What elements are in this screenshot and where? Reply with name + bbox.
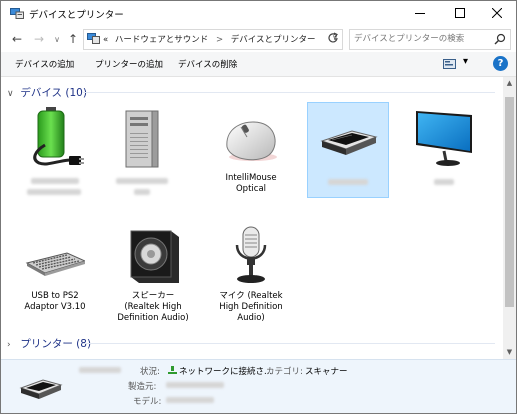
device-tile-battery[interactable] <box>15 103 95 197</box>
device-label: マイク (Realtek High Definition Audio) <box>219 291 283 323</box>
manufacturer-key: 製造元: <box>128 382 157 392</box>
category-key: カテゴリ: <box>266 367 303 377</box>
redacted-name <box>27 189 81 195</box>
redacted-name <box>434 179 454 185</box>
window-title: デバイスとプリンター <box>29 10 124 21</box>
group-divider <box>83 92 495 93</box>
battery-ups-icon <box>33 107 84 166</box>
devices-group-label: デバイス (10) <box>20 87 87 99</box>
control-panel-icon <box>87 33 100 44</box>
device-tile-microphone[interactable]: マイク (Realtek High Definition Audio) <box>211 221 291 323</box>
address-bar[interactable]: « ハードウェアとサウンド > デバイスとプリンター ∨ <box>83 29 343 50</box>
forward-button[interactable]: → <box>31 31 47 47</box>
minimize-icon <box>415 13 425 14</box>
maximize-icon <box>455 8 465 18</box>
device-tile-scanner[interactable] <box>307 102 389 198</box>
scanner-icon <box>320 130 378 155</box>
breadcrumb-separator[interactable]: > <box>216 35 223 45</box>
close-button[interactable] <box>478 1 516 25</box>
devices-group-header[interactable]: ∨ デバイス (10) <box>7 85 87 100</box>
microphone-icon <box>235 226 267 283</box>
scroll-up-icon[interactable]: ▲ <box>503 77 516 90</box>
speaker-icon <box>130 230 179 283</box>
redacted-name <box>134 189 150 195</box>
help-button[interactable]: ? <box>493 56 508 71</box>
device-tile-mouse[interactable]: IntelliMouse Optical <box>211 103 291 197</box>
back-button[interactable]: ← <box>9 31 25 47</box>
scroll-down-icon[interactable]: ▼ <box>503 346 516 359</box>
up-button[interactable]: ↑ <box>65 31 81 47</box>
redacted-name <box>31 178 79 184</box>
scanner-icon <box>19 379 63 399</box>
device-label: スピーカー (Realtek High Definition Audio) <box>117 291 189 323</box>
status-key: 状況: <box>140 367 160 377</box>
close-icon <box>492 8 502 18</box>
maximize-button[interactable] <box>441 1 479 25</box>
device-tile-computer[interactable] <box>102 103 182 197</box>
remove-device-button[interactable]: デバイスの削除 <box>178 58 237 70</box>
device-label: USB to PS2 Adaptor V3.10 <box>24 291 86 312</box>
devices-printers-icon <box>10 8 24 19</box>
view-dropdown-icon[interactable]: ▾ <box>463 56 468 67</box>
device-list[interactable]: ∨ デバイス (10) IntelliMouse Optical USB to … <box>1 77 503 359</box>
breadcrumb: « ハードウェアとサウンド > デバイスとプリンター <box>103 33 316 45</box>
scroll-thumb[interactable] <box>505 97 514 307</box>
breadcrumb-item-hardware-sound[interactable]: ハードウェアとサウンド <box>115 35 208 45</box>
view-options-icon <box>443 59 456 69</box>
change-view-button[interactable]: ▾ <box>443 56 473 71</box>
redacted-model <box>166 397 214 403</box>
breadcrumb-item-devices-printers[interactable]: デバイスとプリンター <box>231 35 316 45</box>
device-label: IntelliMouse Optical <box>225 173 277 194</box>
device-tile-monitor[interactable] <box>404 103 484 197</box>
expand-chevron-icon: › <box>7 340 11 350</box>
command-bar: デバイスの追加 プリンターの追加 デバイスの削除 ▾ ? <box>1 52 516 77</box>
mouse-icon <box>226 121 277 161</box>
printers-group-header[interactable]: › プリンター (8) <box>7 336 91 351</box>
category-value: スキャナー <box>305 367 348 377</box>
collapse-chevron-icon: ∨ <box>7 89 14 99</box>
title-bar[interactable]: デバイスとプリンター <box>1 1 516 27</box>
add-device-button[interactable]: デバイスの追加 <box>15 58 74 70</box>
device-tile-keyboard[interactable]: USB to PS2 Adaptor V3.10 <box>15 221 95 315</box>
breadcrumb-overflow[interactable]: « <box>103 35 108 45</box>
redacted-device-name <box>79 367 121 373</box>
minimize-button[interactable] <box>401 1 439 25</box>
refresh-icon[interactable] <box>326 31 340 45</box>
network-status-icon <box>168 366 177 374</box>
vertical-scrollbar[interactable]: ▲ ▼ <box>503 77 516 359</box>
status-value: ネットワークに接続さ... <box>179 367 273 377</box>
search-icon[interactable] <box>494 33 506 45</box>
model-key: モデル: <box>133 397 162 407</box>
recent-locations-chevron-down-icon[interactable]: ∨ <box>49 31 65 47</box>
printers-group-label: プリンター (8) <box>20 338 92 350</box>
details-pane: 状況: ネットワークに接続さ... カテゴリ: スキャナー 製造元: モデル: <box>1 359 516 413</box>
device-tile-speaker[interactable]: スピーカー (Realtek High Definition Audio) <box>113 221 193 323</box>
redacted-manufacturer <box>166 382 224 388</box>
search-box[interactable] <box>349 29 511 50</box>
keyboard-icon <box>25 252 85 276</box>
redacted-name <box>116 178 168 184</box>
search-input[interactable] <box>354 32 484 46</box>
monitor-icon <box>416 111 472 166</box>
navigation-bar: ← → ∨ ↑ « ハードウェアとサウンド > デバイスとプリンター ∨ <box>1 27 516 51</box>
computer-tower-icon <box>125 110 159 168</box>
add-printer-button[interactable]: プリンターの追加 <box>95 58 163 70</box>
devices-and-printers-window: デバイスとプリンター ← → ∨ ↑ « ハードウェアとサウンド > デバイスと… <box>0 0 517 414</box>
group-divider <box>83 343 495 344</box>
redacted-name <box>328 179 368 185</box>
